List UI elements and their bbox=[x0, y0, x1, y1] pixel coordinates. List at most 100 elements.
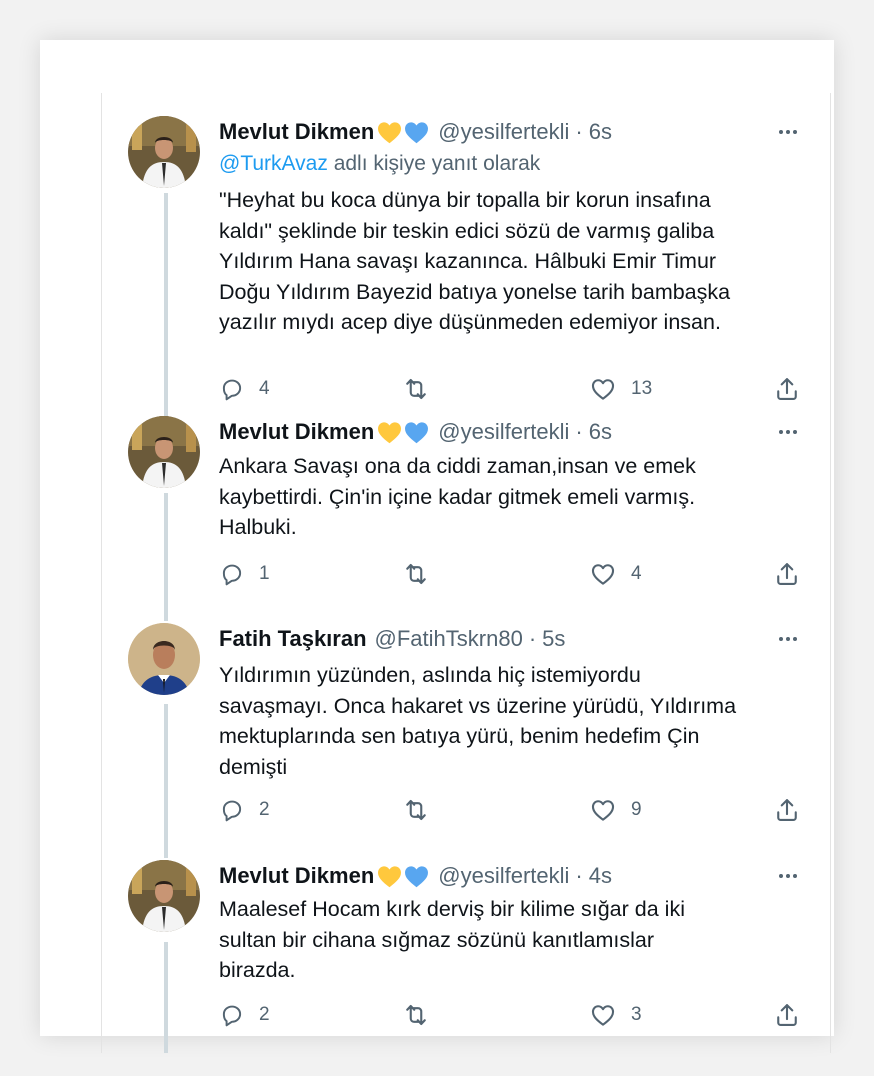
yellow-heart-icon bbox=[376, 863, 403, 890]
tweet-text: Yıldırımın yüzünden, aslında hiç istemiy… bbox=[219, 660, 809, 782]
like-count: 3 bbox=[631, 1004, 642, 1025]
author-handle[interactable]: @FatihTskrn80 bbox=[375, 626, 523, 652]
reply-button[interactable]: 4 bbox=[219, 372, 270, 406]
separator-dot: · bbox=[528, 626, 537, 651]
tweet-text-line: Doğu Yıldırım Bayezid batıya yonelse tar… bbox=[219, 279, 731, 304]
reply-button[interactable]: 2 bbox=[219, 793, 270, 827]
tweet-actions: 4 13 bbox=[219, 372, 809, 406]
tweet-actions: 2 9 bbox=[219, 793, 809, 827]
tweet-text-line: demişti bbox=[219, 754, 288, 779]
tweet-text: "Heyhat bu koca dünya bir topalla bir ko… bbox=[219, 185, 809, 338]
author-handle[interactable]: @yesilfertekli bbox=[438, 419, 569, 445]
tweet-header: Mevlut Dikmen @yesilfertekli · 6s bbox=[219, 416, 612, 448]
timestamp[interactable]: 6s bbox=[589, 119, 612, 145]
heart-icon bbox=[589, 796, 617, 824]
heart-icon bbox=[589, 560, 617, 588]
author-name[interactable]: Fatih Taşkıran bbox=[219, 626, 367, 652]
tweet-text-line: kaybettirdi. Çin'in içine kadar gitmek e… bbox=[219, 484, 696, 509]
blue-heart-icon bbox=[403, 419, 430, 446]
like-button[interactable]: 13 bbox=[589, 372, 652, 406]
screenshot-card: Mevlut Dikmen @yesilfertekli · 6s @TurkA… bbox=[40, 40, 834, 1053]
more-icon bbox=[776, 627, 800, 651]
like-count: 4 bbox=[631, 563, 642, 584]
blue-heart-icon bbox=[403, 863, 430, 890]
share-icon bbox=[773, 796, 801, 824]
retweet-icon bbox=[402, 796, 430, 824]
separator-dot: · bbox=[575, 863, 583, 888]
avatar[interactable] bbox=[128, 860, 200, 932]
separator-dot: · bbox=[575, 419, 583, 444]
share-icon bbox=[773, 1001, 801, 1029]
like-button[interactable]: 9 bbox=[589, 793, 642, 827]
reply-icon bbox=[219, 1002, 245, 1028]
tweet-text-line: mektuplarında sen batıya yürü, benim hed… bbox=[219, 724, 700, 748]
reply-count: 1 bbox=[259, 563, 270, 584]
more-button[interactable] bbox=[774, 862, 802, 890]
more-button[interactable] bbox=[774, 118, 802, 146]
tweet-header: Fatih Taşkıran @FatihTskrn80 · 5s bbox=[219, 623, 565, 655]
retweet-icon bbox=[402, 375, 430, 403]
reply-count: 4 bbox=[259, 378, 270, 399]
reply-icon bbox=[219, 797, 245, 823]
reply-mention-link[interactable]: @TurkAvaz bbox=[219, 152, 328, 175]
reply-context: @TurkAvaz adlı kişiye yanıt olarak bbox=[219, 152, 540, 176]
tweet[interactable]: Mevlut Dikmen @yesilfertekli · 6s @TurkA… bbox=[102, 116, 831, 406]
tweet[interactable]: Mevlut Dikmen @yesilfertekli · 6s Ankara… bbox=[102, 416, 831, 606]
more-button[interactable] bbox=[774, 625, 802, 653]
tweet-text-line: sultan bir cihana sığmaz sözünü kanıtlam… bbox=[219, 927, 654, 952]
share-button[interactable] bbox=[773, 557, 801, 591]
tweet-header: Mevlut Dikmen @yesilfertekli · 4s bbox=[219, 860, 612, 892]
like-count: 13 bbox=[631, 378, 653, 399]
reply-button[interactable]: 2 bbox=[219, 998, 270, 1032]
share-button[interactable] bbox=[773, 998, 801, 1032]
tweet-text-line: kaldı" şeklinde bir teskin edici sözü de… bbox=[219, 218, 715, 243]
more-icon bbox=[776, 864, 800, 888]
reply-count: 2 bbox=[259, 1004, 270, 1025]
tweet[interactable]: Mevlut Dikmen @yesilfertekli · 4s Maales… bbox=[102, 860, 831, 1050]
yellow-heart-icon bbox=[376, 119, 403, 146]
tweet-text-line: yazılır mıydı acep diye düşünmeden edemi… bbox=[219, 310, 721, 334]
avatar[interactable] bbox=[128, 416, 200, 488]
name-badges bbox=[376, 119, 430, 146]
author-name[interactable]: Mevlut Dikmen bbox=[219, 863, 374, 889]
heart-icon bbox=[589, 375, 617, 403]
share-button[interactable] bbox=[773, 372, 801, 406]
avatar[interactable] bbox=[128, 116, 200, 188]
tweet-text-line: birazda. bbox=[219, 958, 296, 982]
retweet-icon bbox=[402, 560, 430, 588]
reply-button[interactable]: 1 bbox=[219, 557, 270, 591]
more-button[interactable] bbox=[774, 418, 802, 446]
tweet-text-line: savaşmayı. Onca hakaret vs üzerine yürüd… bbox=[219, 693, 737, 718]
author-name[interactable]: Mevlut Dikmen bbox=[219, 419, 374, 445]
retweet-button[interactable] bbox=[402, 998, 430, 1032]
reply-count: 2 bbox=[259, 799, 270, 820]
reply-icon bbox=[219, 376, 245, 402]
timestamp[interactable]: 5s bbox=[542, 626, 565, 652]
share-icon bbox=[773, 560, 801, 588]
timestamp[interactable]: 4s bbox=[589, 863, 612, 889]
share-button[interactable] bbox=[773, 793, 801, 827]
retweet-button[interactable] bbox=[402, 793, 430, 827]
timestamp[interactable]: 6s bbox=[589, 419, 612, 445]
tweet-text: Maalesef Hocam kırk derviş bir kilime sı… bbox=[219, 894, 809, 986]
more-icon bbox=[776, 120, 800, 144]
avatar[interactable] bbox=[128, 623, 200, 695]
tweet-text-line: "Heyhat bu koca dünya bir topalla bir ko… bbox=[219, 188, 711, 212]
yellow-heart-icon bbox=[376, 419, 403, 446]
separator-dot: · bbox=[575, 119, 583, 144]
retweet-button[interactable] bbox=[402, 557, 430, 591]
thread-container: Mevlut Dikmen @yesilfertekli · 6s @TurkA… bbox=[101, 93, 831, 1053]
tweet-actions: 1 4 bbox=[219, 557, 809, 591]
tweet-text-line: Ankara Savaşı ona da ciddi zaman,insan v… bbox=[219, 454, 696, 478]
author-name[interactable]: Mevlut Dikmen bbox=[219, 119, 374, 145]
heart-icon bbox=[589, 1001, 617, 1029]
tweet-actions: 2 3 bbox=[219, 998, 809, 1032]
tweet-text: Ankara Savaşı ona da ciddi zaman,insan v… bbox=[219, 451, 809, 543]
author-handle[interactable]: @yesilfertekli bbox=[438, 119, 569, 145]
retweet-button[interactable] bbox=[402, 372, 430, 406]
author-handle[interactable]: @yesilfertekli bbox=[438, 863, 569, 889]
like-button[interactable]: 3 bbox=[589, 998, 642, 1032]
like-button[interactable]: 4 bbox=[589, 557, 642, 591]
tweet-text-line: Yıldırım Hana savaşı kazanınca. Hâlbuki … bbox=[219, 249, 717, 273]
tweet[interactable]: Fatih Taşkıran @FatihTskrn80 · 5s Yıldır… bbox=[102, 623, 831, 843]
